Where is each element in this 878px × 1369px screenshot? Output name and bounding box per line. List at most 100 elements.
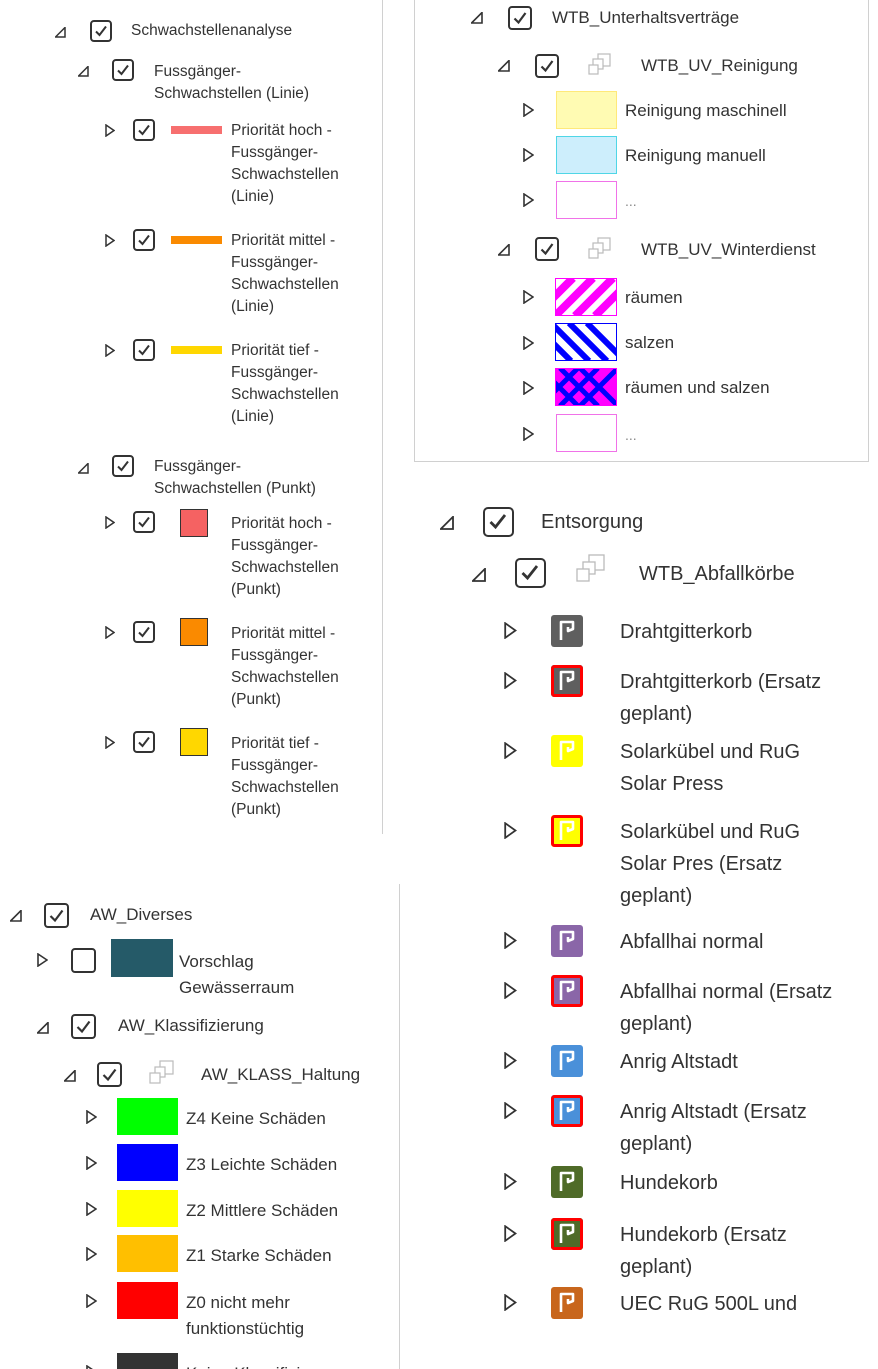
- collapse-triangle-icon[interactable]: [37, 1022, 50, 1034]
- divider-left-bottom: [399, 884, 400, 1369]
- layer-label-uv-winterdienst: WTB_UV_Winterdienst: [641, 240, 816, 259]
- expand-triangle-icon[interactable]: [86, 1365, 97, 1369]
- expand-triangle-icon[interactable]: [523, 148, 534, 162]
- expand-triangle-icon[interactable]: [86, 1202, 97, 1216]
- expand-triangle-icon[interactable]: [37, 953, 48, 967]
- expand-triangle-icon[interactable]: [105, 626, 115, 639]
- collapse-triangle-icon[interactable]: [471, 12, 484, 24]
- legend-label-reinigung-manuell: Reinigung manuell: [625, 146, 766, 165]
- expand-triangle-icon[interactable]: [105, 124, 115, 137]
- checkbox-uv-reinigung[interactable]: [535, 54, 559, 78]
- legend-label-solarkuebel: Solarkübel und RuG Solar Press: [620, 736, 800, 800]
- layer-label-aw-diverses: AW_Diverses: [90, 905, 193, 924]
- checkbox-aw-diverses[interactable]: [44, 903, 69, 928]
- collapse-triangle-icon[interactable]: [78, 66, 90, 77]
- checkbox-aw-klassifizierung[interactable]: [71, 1014, 96, 1039]
- legend-label-line: Keine Klassifizierung: [186, 1361, 344, 1369]
- collapse-triangle-icon[interactable]: [498, 244, 511, 256]
- legend-label-uec-rug-500l: UEC RuG 500L und: [620, 1288, 797, 1320]
- expand-triangle-icon[interactable]: [504, 1102, 517, 1119]
- checkbox-fussgaenger-punkt[interactable]: [112, 455, 134, 477]
- collapse-triangle-icon[interactable]: [472, 568, 487, 582]
- checkbox-punkt-tief[interactable]: [133, 731, 155, 753]
- expand-triangle-icon[interactable]: [523, 290, 534, 304]
- legend-label-linie-mittel: Priorität mittel - Fussgänger- Schwachst…: [231, 232, 339, 315]
- expand-triangle-icon[interactable]: [504, 622, 517, 639]
- legend-label-line: Abfallhai normal (Ersatz: [620, 981, 833, 1003]
- legend-label-reinigung-other: ...: [625, 193, 637, 209]
- legend-label-line: Anrig Altstadt (Ersatz: [620, 1101, 807, 1123]
- checkbox-schwachstellenanalyse[interactable]: [90, 20, 112, 42]
- expand-triangle-icon[interactable]: [504, 1294, 517, 1311]
- legend-label-line: Solarkübel und RuG: [620, 741, 801, 763]
- legend-label-line: UEC RuG 500L und: [620, 1293, 798, 1315]
- legend-label-abfallhai-ersatz: Abfallhai normal (Ersatz geplant): [620, 976, 832, 1040]
- legend-label-line: Solar Press: [620, 773, 724, 795]
- legend-label-hundekorb-ersatz: Hundekorb (Ersatz geplant): [620, 1219, 787, 1283]
- checkbox-entsorgung[interactable]: [483, 507, 514, 537]
- checkbox-uv-winterdienst[interactable]: [535, 237, 559, 261]
- panel-entsorgung: Entsorgung WTB_Abfallkörbe Drahtgitterko…: [415, 470, 878, 1369]
- expand-triangle-icon[interactable]: [105, 736, 115, 749]
- checkbox-punkt-hoch[interactable]: [133, 511, 155, 533]
- expand-triangle-icon[interactable]: [504, 1173, 517, 1190]
- expand-triangle-icon[interactable]: [105, 344, 115, 357]
- expand-triangle-icon[interactable]: [523, 103, 534, 117]
- checkbox-abfallkoerbe[interactable]: [515, 558, 546, 588]
- waste-bin-icon: [551, 1095, 583, 1127]
- expand-triangle-icon[interactable]: [105, 516, 115, 529]
- legend-label-z4: Z4 Keine Schäden: [186, 1106, 326, 1132]
- legend-label-line: Z1 Starke Schäden: [186, 1246, 332, 1265]
- expand-triangle-icon[interactable]: [523, 427, 534, 441]
- hatch-swatch-raeumen: [555, 278, 617, 316]
- collapse-triangle-icon[interactable]: [440, 516, 455, 530]
- checkbox-aw-klass-haltung[interactable]: [97, 1062, 122, 1087]
- expand-triangle-icon[interactable]: [504, 822, 517, 839]
- legend-label-line: Hundekorb: [620, 1172, 718, 1194]
- panel-schwachstellen: Schwachstellenanalyse Fussgänger- Schwac…: [0, 0, 380, 840]
- expand-triangle-icon[interactable]: [504, 932, 517, 949]
- collapse-triangle-icon[interactable]: [55, 27, 67, 38]
- legend-label-line: geplant): [620, 1133, 693, 1155]
- layer-group-icon: [588, 237, 612, 261]
- checkbox-linie-mittel[interactable]: [133, 229, 155, 251]
- expand-triangle-icon[interactable]: [86, 1110, 97, 1124]
- point-swatch-hoch: [180, 509, 208, 537]
- legend-label-abfallhai: Abfallhai normal: [620, 926, 763, 958]
- fill-swatch-z3: [117, 1144, 178, 1181]
- expand-triangle-icon[interactable]: [504, 742, 517, 759]
- expand-triangle-icon[interactable]: [504, 672, 517, 689]
- layer-group-icon: [576, 554, 606, 584]
- expand-triangle-icon[interactable]: [523, 336, 534, 350]
- checkbox-unterhaltsvertraege[interactable]: [508, 6, 532, 30]
- expand-triangle-icon[interactable]: [86, 1156, 97, 1170]
- collapse-triangle-icon[interactable]: [10, 910, 23, 922]
- checkbox-linie-tief[interactable]: [133, 339, 155, 361]
- expand-triangle-icon[interactable]: [523, 381, 534, 395]
- collapse-triangle-icon[interactable]: [64, 1070, 77, 1082]
- expand-triangle-icon[interactable]: [504, 982, 517, 999]
- collapse-triangle-icon[interactable]: [78, 463, 90, 474]
- checkbox-punkt-mittel[interactable]: [133, 621, 155, 643]
- expand-triangle-icon[interactable]: [523, 193, 534, 207]
- legend-label-anrig-altstadt: Anrig Altstadt: [620, 1046, 738, 1078]
- divider-right-top: [868, 0, 869, 462]
- collapse-triangle-icon[interactable]: [498, 60, 511, 72]
- fill-swatch-z4: [117, 1098, 178, 1135]
- line-swatch-mittel: [171, 236, 222, 244]
- checkbox-linie-hoch[interactable]: [133, 119, 155, 141]
- line-swatch-hoch: [171, 126, 222, 134]
- layer-group-icon: [149, 1060, 175, 1086]
- expand-triangle-icon[interactable]: [86, 1294, 97, 1308]
- checkbox-vorschlag-gewaesserraum[interactable]: [71, 948, 96, 973]
- fill-swatch-reinigung-maschinell: [556, 91, 617, 129]
- checkbox-fussgaenger-linie[interactable]: [112, 59, 134, 81]
- waste-bin-icon: [551, 925, 583, 957]
- legend-label-raeumen-und-salzen: räumen und salzen: [625, 378, 770, 397]
- expand-triangle-icon[interactable]: [86, 1247, 97, 1261]
- expand-triangle-icon[interactable]: [105, 234, 115, 247]
- expand-triangle-icon[interactable]: [504, 1225, 517, 1242]
- expand-triangle-icon[interactable]: [504, 1052, 517, 1069]
- legend-label-z0: Z0 nicht mehr funktionstüchtig: [186, 1290, 304, 1342]
- waste-bin-icon: [551, 735, 583, 767]
